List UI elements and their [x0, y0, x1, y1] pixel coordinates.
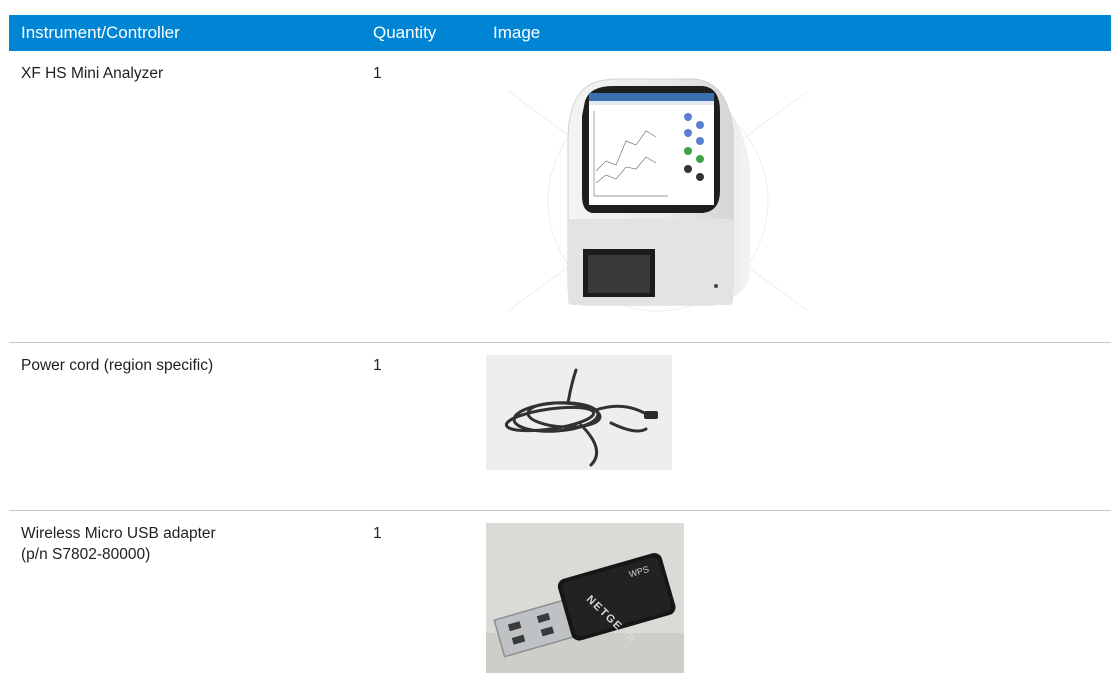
table-header-row: Instrument/Controller Quantity Image [9, 15, 1111, 51]
usb-adapter-photo: NETGEAR WPS [486, 522, 684, 673]
table-row: Wireless Micro USB adapter (p/n S7802-80… [9, 510, 1111, 679]
quantity-value: 1 [361, 342, 481, 511]
instrument-name: XF HS Mini Analyzer [9, 51, 361, 343]
image-cell [481, 342, 1111, 511]
table-row: XF HS Mini Analyzer 1 [9, 51, 1111, 343]
document-page: Instrument/Controller Quantity Image XF … [0, 0, 1115, 679]
power-cord-photo [486, 354, 672, 470]
instrument-name: Power cord (region specific) [9, 342, 361, 511]
instrument-name: Wireless Micro USB adapter (p/n S7802-80… [9, 510, 361, 679]
quantity-value: 1 [361, 51, 481, 343]
instrument-name-line1: Wireless Micro USB adapter [21, 524, 216, 542]
header-image: Image [481, 15, 1111, 51]
analyzer-photo [507, 78, 809, 312]
header-quantity: Quantity [361, 15, 481, 51]
image-cell [481, 51, 1111, 343]
image-cell: NETGEAR WPS [481, 510, 1111, 679]
instrument-part-number: (p/n S7802-80000) [21, 545, 151, 563]
quantity-value: 1 [373, 524, 382, 542]
table-row: Power cord (region specific) 1 [9, 342, 1111, 511]
header-instrument: Instrument/Controller [9, 15, 361, 51]
parts-table: Instrument/Controller Quantity Image XF … [9, 15, 1111, 679]
